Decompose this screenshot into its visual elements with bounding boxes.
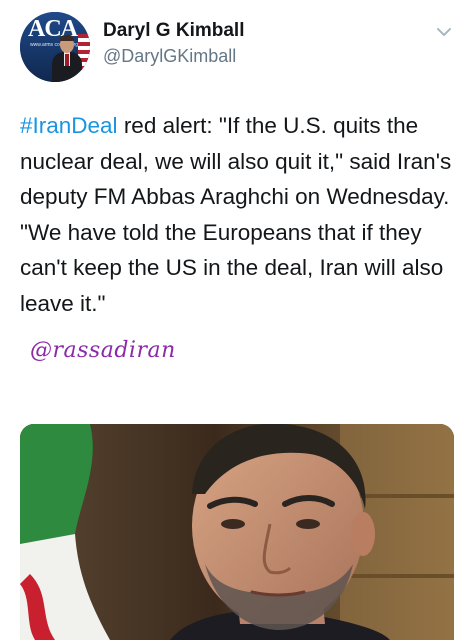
tweet-card: ACA www.arms control.org Daryl G Kimball… bbox=[0, 0, 473, 640]
tweet-photo[interactable] bbox=[20, 424, 454, 640]
watermark: @rassadiran bbox=[30, 338, 176, 363]
chevron-down-icon[interactable] bbox=[434, 22, 454, 42]
tweet-body: red alert: "If the U.S. quits the nuclea… bbox=[20, 113, 452, 316]
author-name[interactable]: Daryl G Kimball bbox=[103, 20, 245, 42]
avatar[interactable]: ACA www.arms control.org bbox=[20, 12, 90, 82]
photo-illustration bbox=[20, 424, 454, 640]
avatar-hair bbox=[60, 35, 74, 41]
avatar-tie bbox=[65, 54, 69, 66]
author-handle[interactable]: @DarylGKimball bbox=[103, 46, 236, 67]
eye-right bbox=[296, 519, 320, 529]
hashtag-link[interactable]: #IranDeal bbox=[20, 113, 118, 138]
shelf-line bbox=[340, 574, 454, 578]
ear bbox=[351, 512, 375, 556]
eye-left bbox=[221, 519, 245, 529]
avatar-person bbox=[52, 35, 82, 82]
tweet-text: #IranDeal red alert: "If the U.S. quits … bbox=[20, 108, 460, 321]
